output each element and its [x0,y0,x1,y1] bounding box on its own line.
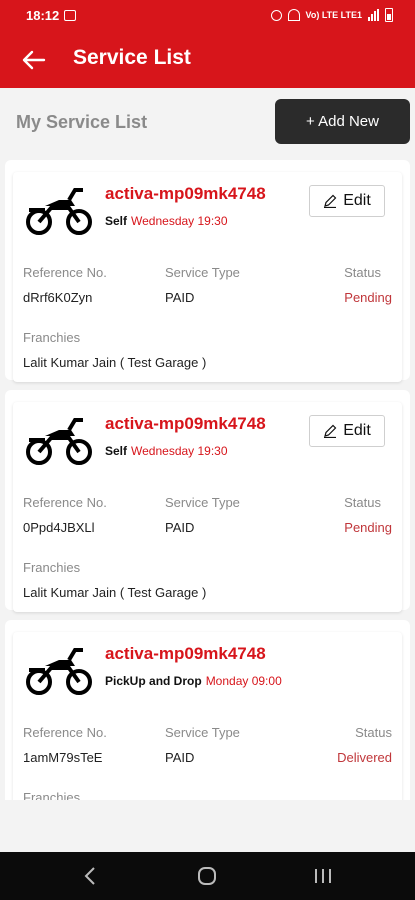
service-schedule: Wednesday 19:30 [131,214,228,228]
service-mode: Self [105,214,128,228]
motorcycle-icon [26,648,92,695]
motorcycle-icon [26,188,92,235]
status-time: 18:12 [26,8,60,23]
franchise-value: Lalit Kumar Jain ( Test Garage ) [23,585,207,600]
service-list[interactable]: activa-mp09mk4748 Self Wednesday 19:30 Edit… [5,160,410,800]
edit-button[interactable]: Edit [309,415,385,447]
status-label: Status [344,265,381,280]
motorcycle-icon [26,418,92,465]
service-type-value: PAID [165,520,195,535]
edit-label: Edit [343,422,371,439]
service-card[interactable]: activa-mp09mk4748 PickUp and Drop Monday 0… [13,632,402,800]
status-label: Status [344,495,381,510]
status-badge: Delivered [337,750,392,765]
service-type-label: Service Type [165,265,240,280]
reference-label: Reference No. [23,725,107,740]
reference-label: Reference No. [23,495,107,510]
system-nav-bar [0,852,415,900]
nav-back-icon[interactable] [82,864,98,888]
gallery-notification-icon [64,10,76,21]
status-badge: Pending [344,520,392,535]
service-meta: Self Wednesday 19:30 [105,214,228,228]
service-meta: Self Wednesday 19:30 [105,444,228,458]
status-badge: Pending [344,290,392,305]
reference-value: 0Ppd4JBXLl [23,520,95,535]
pencil-icon [324,194,337,208]
edit-label: Edit [343,192,371,209]
reference-value: 1amM79sTeE [23,750,103,765]
status-bar: 18:12 Vo) LTE LTE1 [0,0,415,32]
service-mode: PickUp and Drop [105,674,202,688]
service-schedule: Monday 09:00 [205,674,282,688]
page-title: Service List [73,46,191,69]
vehicle-number: activa-mp09mk4748 [105,414,266,433]
pencil-icon [324,424,337,438]
back-arrow-icon[interactable] [20,46,48,74]
franchise-label: Franchies [23,790,81,800]
nav-home-icon[interactable] [196,864,218,888]
list-header: My Service List + Add New [0,88,415,154]
section-heading: My Service List [16,112,148,132]
service-card-container: activa-mp09mk4748 PickUp and Drop Monday 0… [5,620,410,800]
service-meta: PickUp and Drop Monday 09:00 [105,674,282,688]
service-card-container: activa-mp09mk4748 Self Wednesday 19:30 Edit… [5,390,410,612]
add-new-button[interactable]: + Add New [275,99,410,144]
alarm-icon [270,9,282,21]
app-bar: Service List [0,32,415,88]
service-schedule: Wednesday 19:30 [131,444,228,458]
nav-recents-icon[interactable] [312,864,334,888]
service-type-value: PAID [165,750,195,765]
service-card-container: activa-mp09mk4748 Self Wednesday 19:30 Edit… [5,160,410,382]
signal-icon [368,9,379,21]
franchise-value: Lalit Kumar Jain ( Test Garage ) [23,355,207,370]
network-label: Vo) LTE LTE1 [305,10,363,20]
service-mode: Self [105,444,128,458]
vehicle-number: activa-mp09mk4748 [105,644,266,663]
hotspot-icon [287,9,300,21]
status-icons: Vo) LTE LTE1 [270,8,393,22]
reference-value: dRrf6K0Zyn [23,290,93,305]
status-label: Status [355,725,392,740]
service-type-label: Service Type [165,495,240,510]
franchise-label: Franchies [23,560,81,575]
service-card[interactable]: activa-mp09mk4748 Self Wednesday 19:30 Edit… [13,172,402,382]
service-card[interactable]: activa-mp09mk4748 Self Wednesday 19:30 Edit… [13,402,402,612]
battery-icon [385,8,393,22]
service-type-label: Service Type [165,725,240,740]
franchise-label: Franchies [23,330,81,345]
edit-button[interactable]: Edit [309,185,385,217]
reference-label: Reference No. [23,265,107,280]
vehicle-number: activa-mp09mk4748 [105,184,266,203]
service-type-value: PAID [165,290,195,305]
